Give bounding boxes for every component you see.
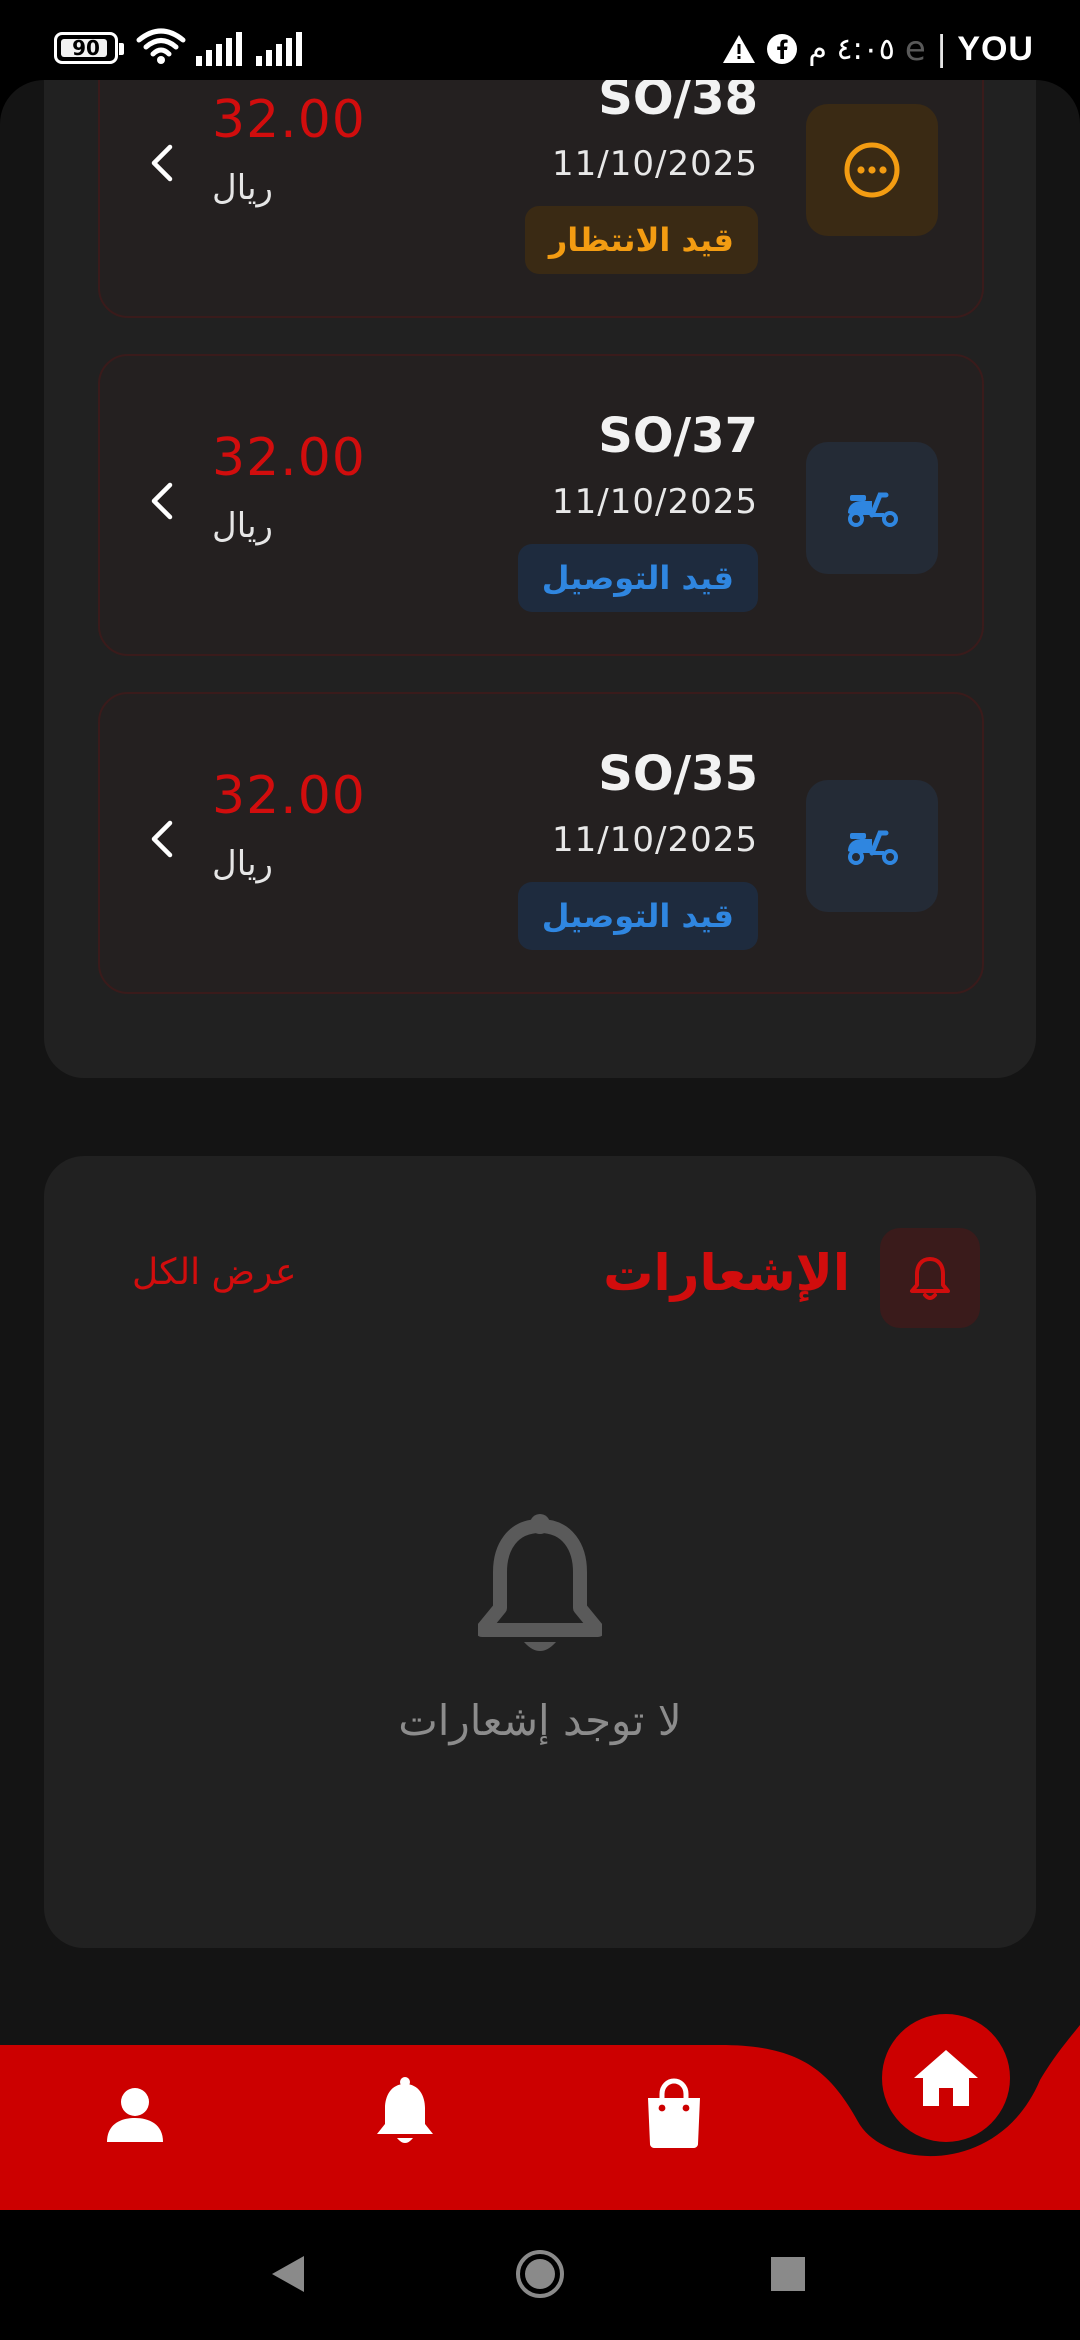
notifications-panel: الإشعارات عرض الكل لا توجد إشعارات: [44, 1156, 1036, 1948]
empty-state-text: لا توجد إشعارات: [398, 1696, 682, 1745]
chevron-left-icon: [151, 482, 173, 520]
notifications-header-icon-box: [880, 1228, 980, 1328]
home-button[interactable]: [882, 2014, 1010, 2142]
order-currency: ريال: [212, 844, 273, 884]
battery-level: 90: [72, 36, 100, 60]
order-amount: 32.00: [212, 90, 366, 150]
home-icon: [914, 2050, 978, 2106]
order-ref: SO/38: [598, 80, 758, 126]
warning-icon: [723, 35, 756, 63]
chevron-left-icon: [151, 144, 173, 182]
order-card[interactable]: 32.00 ريال SO/37 11/10/2025 قيد التوصيل: [98, 354, 984, 656]
order-ref: SO/35: [598, 746, 758, 802]
chevron-left-icon: [151, 820, 173, 858]
status-badge: قيد الانتظار: [524, 206, 758, 274]
order-date: 11/10/2025: [552, 482, 758, 522]
order-currency: ريال: [212, 506, 273, 546]
home-circle-icon[interactable]: [514, 2248, 566, 2300]
status-badge: قيد التوصيل: [517, 544, 758, 612]
main-screen: 32.00 ريال SO/38 11/10/2025 قيد الانتظار…: [0, 80, 1080, 2210]
orders-panel: 32.00 ريال SO/38 11/10/2025 قيد الانتظار…: [44, 80, 1036, 1078]
bell-icon[interactable]: [374, 2076, 436, 2148]
order-date: 11/10/2025: [552, 144, 758, 184]
status-faded-text: e: [904, 29, 926, 69]
order-ref: SO/37: [598, 408, 758, 464]
order-currency: ريال: [212, 168, 273, 208]
carrier-name: YOU: [957, 29, 1034, 68]
wifi-icon: [136, 28, 186, 64]
clock: ٤:٠٥ م: [808, 31, 895, 67]
order-type-box: [806, 780, 938, 912]
facebook-icon: [767, 34, 798, 64]
order-type-box: [806, 104, 938, 236]
battery-icon: 90: [54, 32, 124, 64]
order-card[interactable]: 32.00 ريال SO/35 11/10/2025 قيد التوصيل: [98, 692, 984, 994]
notifications-title: الإشعارات: [603, 1244, 850, 1302]
order-type-box: [806, 442, 938, 574]
status-separator: |: [935, 29, 948, 69]
scooter-icon: [848, 830, 898, 865]
status-right: ٤:٠٥ م e | YOU: [722, 24, 1034, 74]
shopping-bag-icon[interactable]: [644, 2078, 704, 2148]
order-date: 11/10/2025: [552, 820, 758, 860]
order-amount: 32.00: [212, 766, 366, 826]
order-amount: 32.00: [212, 428, 366, 488]
status-bar: 90 ٤:٠٥ م e | YOU: [0, 0, 1080, 80]
status-badge: قيد التوصيل: [517, 882, 758, 950]
scooter-icon: [848, 492, 898, 527]
bell-icon: [910, 1257, 950, 1300]
order-card[interactable]: 32.00 ريال SO/38 11/10/2025 قيد الانتظار: [98, 80, 984, 318]
profile-icon[interactable]: [104, 2084, 166, 2146]
signal-icon: [196, 32, 242, 66]
ellipsis-circle-icon: [844, 142, 900, 198]
empty-bell-icon: [478, 1514, 602, 1651]
system-nav-bar: [0, 2210, 1080, 2340]
back-icon[interactable]: [268, 2254, 308, 2294]
view-all-link[interactable]: عرض الكل: [132, 1252, 296, 1293]
recents-icon[interactable]: [770, 2256, 806, 2292]
signal-icon-2: [256, 32, 302, 66]
